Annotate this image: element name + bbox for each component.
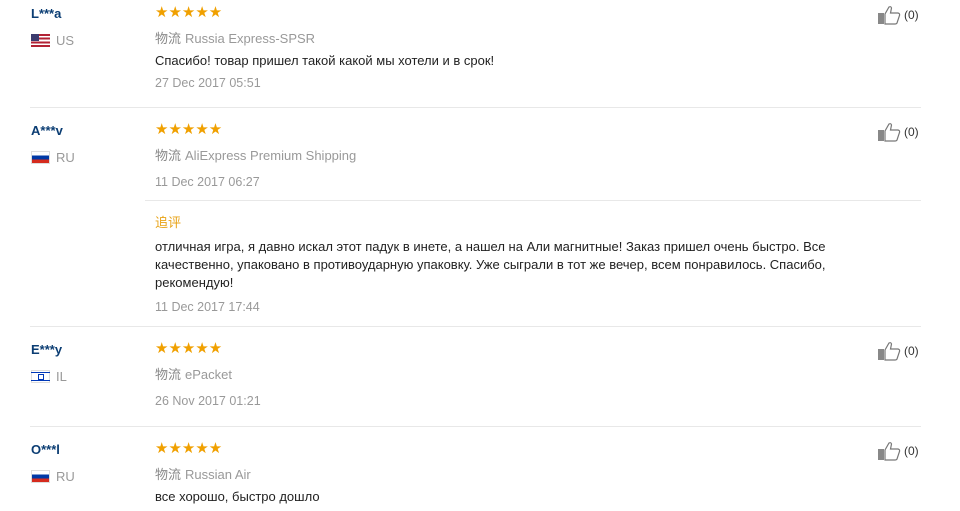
reviewer-country: RU [31,469,75,484]
thumbs-up-icon [878,342,901,361]
logistics-value: Russia Express-SPSR [185,31,316,46]
ru-flag-icon [31,470,50,483]
reviewer-name[interactable]: E***y [31,342,62,357]
like-count: (0) [904,125,919,139]
reviewer-country: US [31,33,74,48]
ru-flag-icon [31,151,50,164]
thumbs-up-icon [878,123,901,142]
rating-stars: ★★★★★ [155,440,223,457]
review-date: 11 Dec 2017 06:27 [155,175,260,189]
followup-text: отличная игра, я давно искал этот падук … [155,239,826,290]
review-item: L***a US ★★★★★ 物流 Russia Express-SPSR Спа… [0,0,960,107]
thumbs-up-icon [878,442,901,461]
reviewer-name[interactable]: O***l [31,442,60,457]
logistics-info: 物流 Russia Express-SPSR [155,28,315,47]
rating-stars: ★★★★★ [155,4,223,21]
rating-stars: ★★★★★ [155,340,223,357]
country-code: US [56,33,75,48]
review-date: 26 Nov 2017 01:21 [155,394,261,408]
like-button[interactable]: (0) [877,441,919,461]
logistics-info: 物流 ePacket [155,364,232,383]
followup-label: 追评 [155,215,182,230]
review-date: 27 Dec 2017 05:51 [155,76,261,90]
like-count: (0) [904,8,919,22]
logistics-value: AliExpress Premium Shipping [185,148,357,163]
reviewer-name[interactable]: L***a [31,6,61,21]
logistics-label: 物流 [155,367,182,382]
logistics-info: 物流 Russian Air [155,464,251,483]
review-text: все хорошо, быстро дошло [155,489,320,504]
country-code: IL [56,369,67,384]
country-code: RU [56,469,75,484]
thumbs-up-icon [878,6,901,25]
logistics-value: Russian Air [185,467,251,482]
review-text: Спасибо! товар пришел такой какой мы хот… [155,53,495,68]
like-count: (0) [904,444,919,458]
logistics-label: 物流 [155,31,182,46]
reviewer-country: RU [31,150,75,165]
reviewer-name[interactable]: A***v [31,123,63,138]
like-button[interactable]: (0) [877,5,919,25]
review-item: E***y IL ★★★★★ 物流 ePacket 26 Nov 2017 01:… [0,327,960,427]
reviewer-country: IL [31,369,67,384]
logistics-label: 物流 [155,467,182,482]
logistics-label: 物流 [155,148,182,163]
logistics-value: ePacket [185,367,232,382]
like-count: (0) [904,344,919,358]
followup-divider [145,200,921,201]
review-item: O***l RU ★★★★★ 物流 Russian Air все хорошо,… [0,427,960,511]
review-item: A***v RU ★★★★★ 物流 AliExpress Premium Ship… [0,108,960,326]
followup-date: 11 Dec 2017 17:44 [155,300,260,314]
like-button[interactable]: (0) [877,122,919,142]
like-button[interactable]: (0) [877,341,919,361]
il-flag-icon [31,370,50,383]
country-code: RU [56,150,75,165]
us-flag-icon [31,34,50,47]
rating-stars: ★★★★★ [155,121,223,138]
logistics-info: 物流 AliExpress Premium Shipping [155,145,356,164]
